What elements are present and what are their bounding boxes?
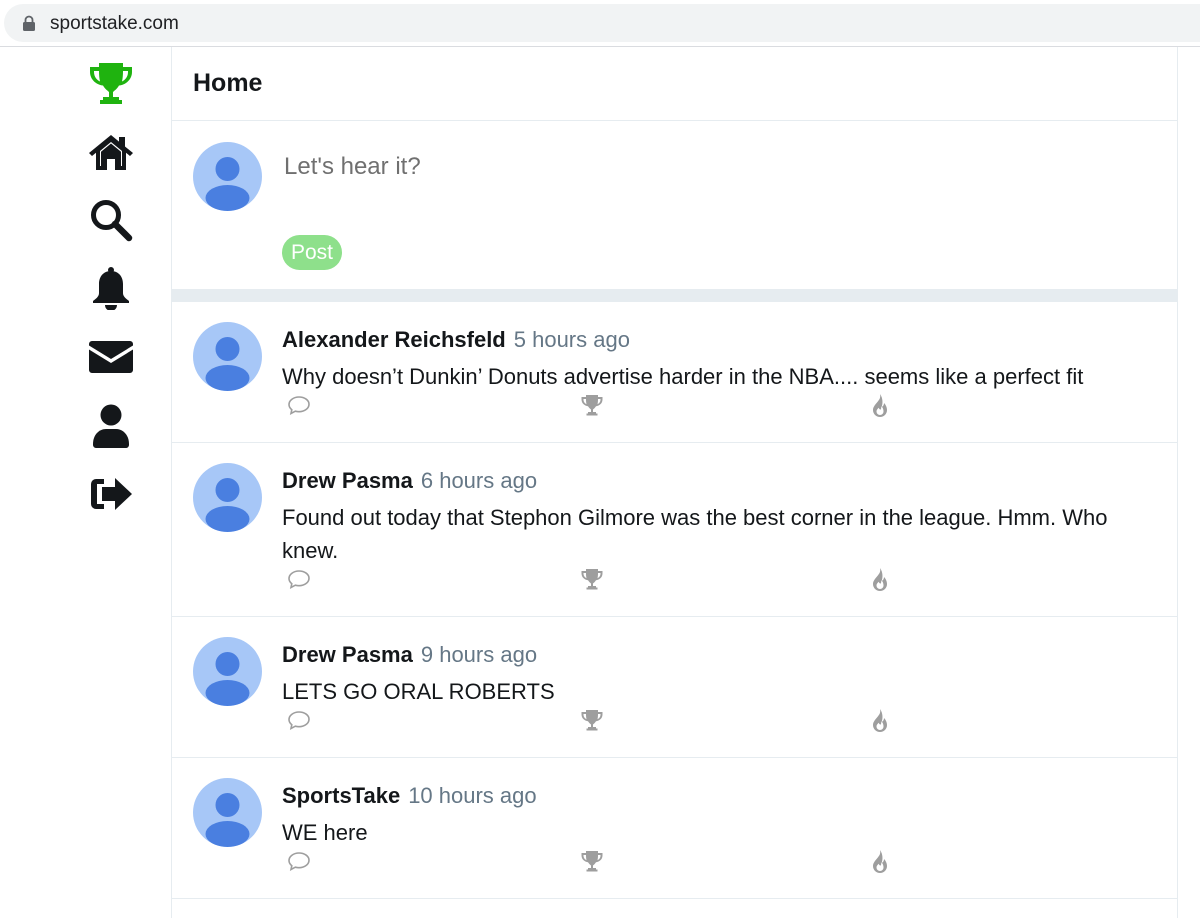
avatar [193,322,262,391]
post-header: Drew Pasma 6 hours ago [282,468,537,494]
avatar [193,142,262,211]
url-text: sportstake.com [50,13,179,34]
post-header: Drew Pasma 9 hours ago [282,642,537,668]
post-time: 9 hours ago [420,642,538,667]
sidebar [0,47,172,918]
post-author[interactable]: SportsTake [282,783,400,808]
post-time: 5 hours ago [513,327,630,352]
avatar [193,637,262,706]
comment-icon[interactable] [286,849,312,873]
feed-separator [172,289,1177,302]
fire-icon[interactable] [867,393,893,417]
page-title: Home [193,69,263,97]
post-time: 6 hours ago [420,468,538,493]
trophy-icon[interactable] [579,393,605,417]
avatar [193,778,262,847]
post-author[interactable]: Drew Pasma [282,468,413,493]
post-time: 10 hours ago [408,783,537,808]
feed-post: Alexander Reichsfeld 5 hours ago Why does… [172,302,1177,443]
avatar [193,463,262,532]
user-icon[interactable] [86,401,136,451]
post-author[interactable]: Drew Pasma [282,642,413,667]
feed-post: Drew Pasma 9 hours ago LETS GO ORAL ROBER… [172,617,1177,758]
post-header: Alexander Reichsfeld 5 hours ago [282,327,630,353]
feed-post: Drew Pasma 6 hours ago Found out today th… [172,443,1177,617]
post-header: SportsTake 10 hours ago [282,783,537,809]
trophy-icon[interactable] [579,708,605,732]
post-text: Found out today that Stephon Gilmore was… [282,505,1108,563]
post-text: WE here [282,820,368,845]
search-icon[interactable] [86,195,136,245]
comment-icon[interactable] [286,393,312,417]
post-text: LETS GO ORAL ROBERTS [282,679,555,704]
feed-post: SportsTake 10 hours ago WE here [172,758,1177,899]
post-author[interactable]: Alexander Reichsfeld [282,327,506,352]
fire-icon[interactable] [867,849,893,873]
post-composer: Post [172,121,1177,289]
lock-icon [23,15,35,31]
post-button[interactable]: Post [282,235,343,270]
trophy-icon[interactable] [579,567,605,591]
sign-out-icon[interactable] [86,469,136,519]
page-header: Home [172,47,1177,121]
compose-input[interactable] [284,147,1144,187]
envelope-icon[interactable] [86,332,136,382]
feed: Alexander Reichsfeld 5 hours ago Why does… [172,302,1177,899]
home-icon[interactable] [86,127,136,177]
comment-icon[interactable] [286,708,312,732]
main-column: Home Post Alexander Reichsfeld 5 hours ag… [171,47,1178,918]
trophy-icon[interactable] [86,58,136,108]
browser-address-bar[interactable]: sportstake.com [4,4,1200,42]
fire-icon[interactable] [867,708,893,732]
comment-icon[interactable] [286,567,312,591]
bell-icon[interactable] [86,263,136,313]
trophy-icon[interactable] [579,849,605,873]
post-text: Why doesn’t Dunkin’ Donuts advertise har… [282,364,1084,389]
fire-icon[interactable] [867,567,893,591]
